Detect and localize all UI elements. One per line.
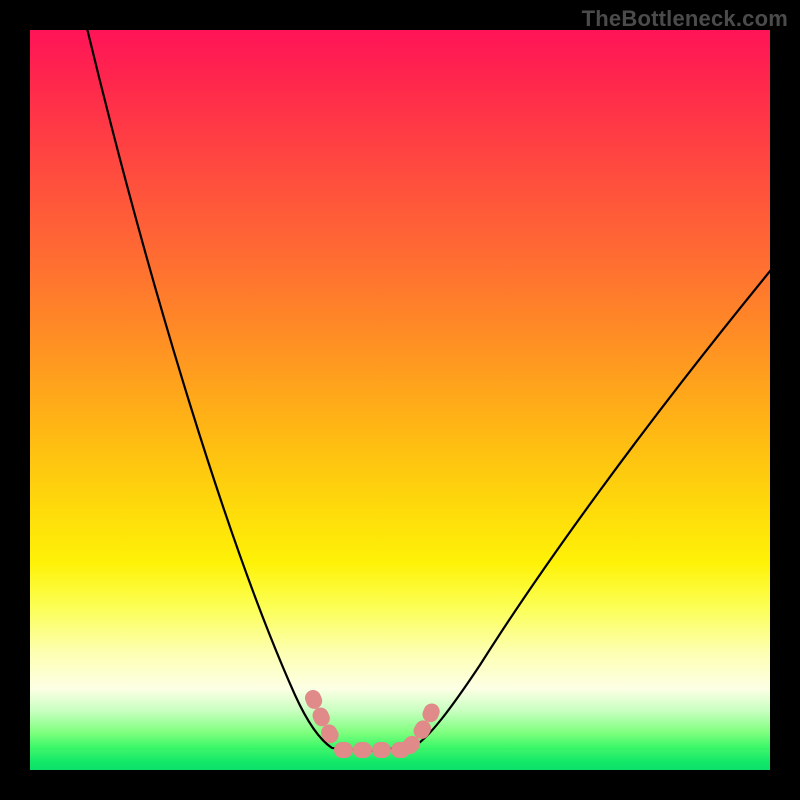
curves-svg <box>30 30 770 770</box>
valley-marker-left <box>313 698 338 746</box>
chart-container: TheBottleneck.com <box>0 0 800 800</box>
valley-marker-right <box>410 698 437 746</box>
bottleneck-curve-right <box>415 265 770 746</box>
plot-area <box>30 30 770 770</box>
watermark-text: TheBottleneck.com <box>582 6 788 32</box>
bottleneck-curve-left <box>85 30 332 748</box>
